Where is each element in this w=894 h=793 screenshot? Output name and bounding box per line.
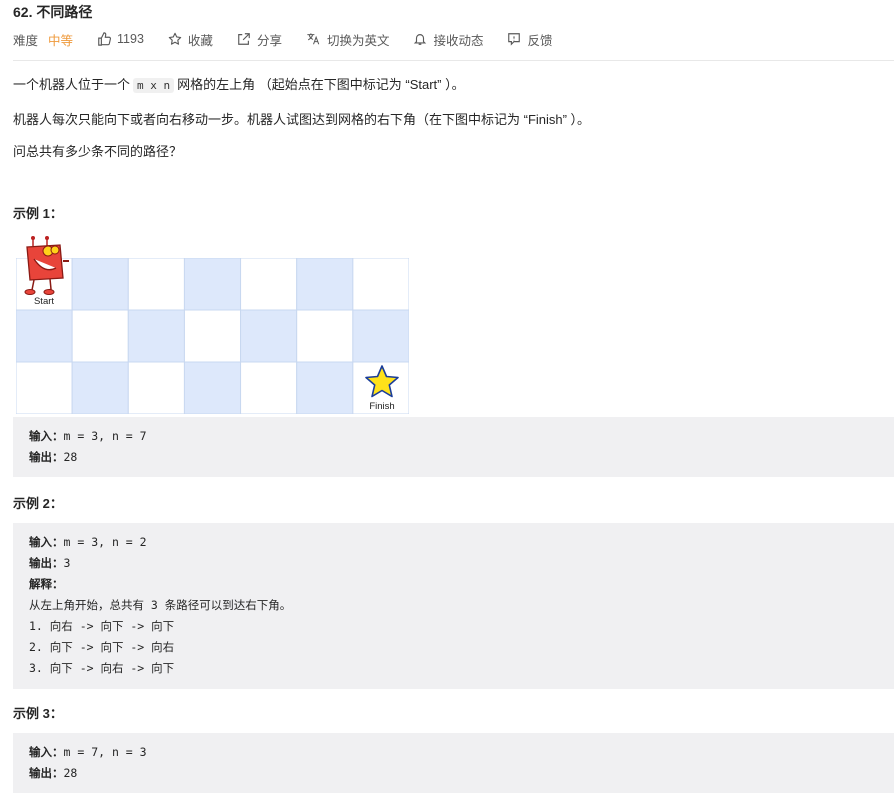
- problem-title: 62. 不同路径: [13, 4, 93, 20]
- grid-cell: [183, 361, 242, 414]
- share-label: 分享: [256, 33, 282, 48]
- grid-cell: [296, 309, 354, 363]
- example-2-code-block: 输入：m = 3, n = 2 输出：3 解释： 从左上角开始，总共有 3 条路…: [13, 523, 894, 689]
- code-line: 1. 向右 -> 向下 -> 向下: [29, 619, 175, 633]
- grid-cells: [16, 258, 409, 414]
- like-button[interactable]: 1193: [97, 32, 144, 46]
- code-line: 输入：m = 3, n = 7: [29, 429, 147, 443]
- description-paragraph-1: 一个机器人位于一个 m x n 网格的左上角 （起始点在下图中标记为 “Start”…: [13, 74, 465, 93]
- switch-language-label: 切换为英文: [326, 33, 390, 48]
- star-icon: [168, 32, 182, 45]
- finish-label: Finish: [369, 401, 395, 412]
- finish-star-icon: [365, 365, 399, 398]
- code-line: 输入：m = 3, n = 2: [29, 535, 147, 549]
- code-line: 输出：28: [29, 766, 78, 780]
- description-paragraph-2: 机器人每次只能向下或者向右移动一步。机器人试图达到网格的右下角（在下图中标记为 …: [13, 112, 591, 127]
- example-2-title: 示例 2：: [13, 496, 63, 511]
- robot-icon: [24, 236, 69, 295]
- grid-cell: [183, 309, 242, 363]
- grid-cell: [296, 361, 354, 414]
- code-line: 3. 向下 -> 向右 -> 向下: [29, 661, 175, 675]
- translate-icon: [307, 33, 320, 45]
- feedback-icon: [508, 33, 521, 46]
- feedback-button[interactable]: 反馈: [507, 30, 553, 49]
- header-divider: [13, 60, 894, 61]
- share-button[interactable]: 分享: [237, 30, 282, 49]
- grid-cell: [16, 309, 73, 363]
- favorite-label: 收藏: [187, 33, 213, 48]
- grid-cell: [240, 258, 298, 311]
- notify-label: 接收动态: [433, 33, 484, 48]
- example-1-title: 示例 1：: [13, 206, 63, 221]
- grid-cell: [240, 361, 298, 414]
- difficulty-label: 难度: [13, 33, 39, 48]
- grid-cell: [183, 258, 242, 311]
- code-line: 输入：m = 7, n = 3: [29, 745, 147, 759]
- bell-icon: [414, 34, 427, 45]
- grid-cell: [352, 258, 409, 311]
- favorite-button[interactable]: 收藏: [168, 30, 213, 49]
- description-p1-end: 网格的左上角 （起始点在下图中标记为 “Start” ）。: [177, 77, 465, 92]
- robot-grid-figure: [16, 258, 409, 414]
- description-paragraph-3: 问总共有多少条不同的路径？: [13, 144, 183, 159]
- grid-cell: [127, 309, 185, 363]
- example-1-code-block: 输入：m = 3, n = 7 输出：28: [13, 417, 894, 477]
- grid-cell: [240, 309, 298, 363]
- grid-cell: [127, 258, 185, 311]
- notify-button[interactable]: 接收动态: [413, 30, 483, 49]
- code-line: 输出：28: [29, 450, 78, 464]
- code-line: 2. 向下 -> 向下 -> 向右: [29, 640, 175, 654]
- grid-cell: [127, 361, 185, 414]
- switch-language-button[interactable]: 切换为英文: [306, 30, 390, 49]
- description-p1-start: 一个机器人位于一个: [13, 77, 131, 92]
- code-line: 输出：3: [29, 556, 71, 570]
- code-line: 解释：: [29, 577, 64, 591]
- grid-cell: [16, 361, 73, 414]
- code-line: 从左上角开始，总共有 3 条路径可以到达右下角。: [29, 598, 292, 612]
- problem-meta-bar: 难度 中等 1193 收藏 分享 切换为英文 接收动态 反馈: [13, 30, 577, 49]
- example-3-title: 示例 3：: [13, 706, 63, 721]
- like-count: 1193: [117, 32, 144, 46]
- feedback-label: 反馈: [527, 33, 553, 48]
- grid-cell: [71, 361, 129, 414]
- grid-cell: [296, 258, 354, 311]
- start-label: Start: [33, 296, 55, 307]
- difficulty-badge: 中等: [48, 33, 74, 48]
- grid-cell: [71, 309, 129, 363]
- thumbs-up-icon: [98, 32, 112, 46]
- inline-code-grid-size: m x n: [133, 78, 175, 93]
- grid-cell: [71, 258, 129, 311]
- share-icon: [238, 33, 250, 45]
- example-3-code-block: 输入：m = 7, n = 3 输出：28: [13, 733, 894, 793]
- grid-cell: [352, 309, 409, 363]
